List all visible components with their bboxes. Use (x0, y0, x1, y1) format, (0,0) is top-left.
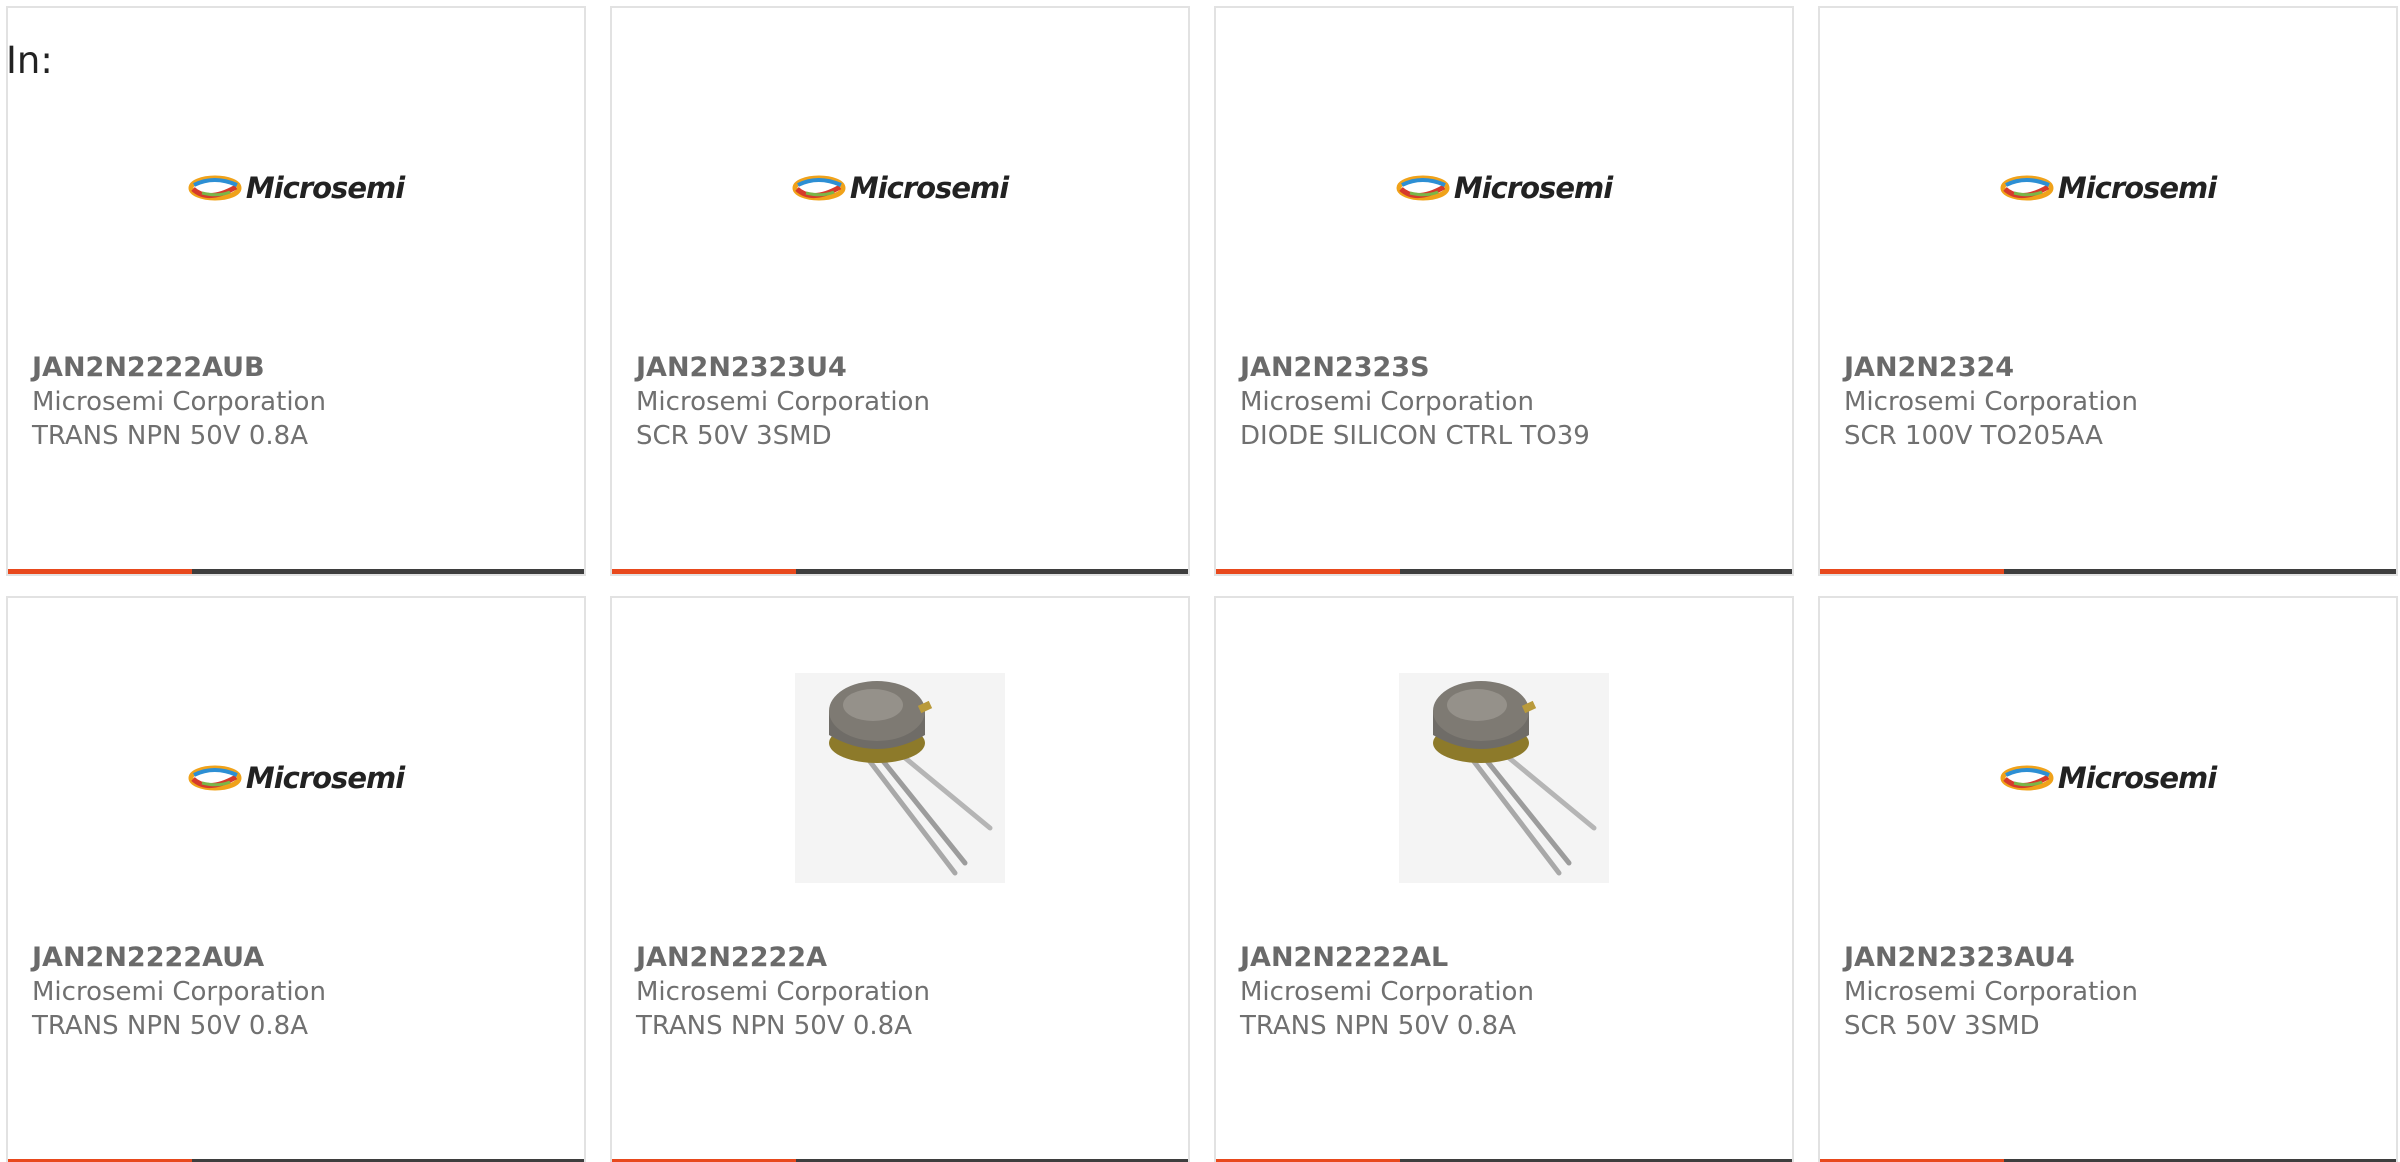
card-accent-bar (1820, 569, 2004, 574)
manufacturer: Microsemi Corporation (1844, 977, 2138, 1007)
microsemi-logo: Microsemi (792, 171, 1009, 205)
product-image: Microsemi (1216, 88, 1792, 288)
card-footer-bar (8, 569, 584, 574)
description: SCR 50V 3SMD (1844, 1011, 2040, 1041)
product-image: Microsemi (1820, 678, 2396, 878)
manufacturer: Microsemi Corporation (32, 387, 326, 417)
card-accent-bar (1216, 569, 1400, 574)
product-card[interactable]: JAN2N2222A Microsemi Corporation TRANS N… (610, 596, 1190, 1162)
part-number[interactable]: JAN2N2222A (636, 940, 1178, 975)
microsemi-swirl-icon (2000, 765, 2054, 791)
logo-text: Microsemi (245, 171, 405, 205)
microsemi-swirl-icon (792, 175, 846, 201)
description: SCR 100V TO205AA (1844, 421, 2103, 451)
manufacturer: Microsemi Corporation (32, 977, 326, 1007)
transistor-to18-icon (795, 673, 1005, 883)
product-image: Microsemi (1820, 88, 2396, 288)
product-info: JAN2N2323S Microsemi Corporation DIODE S… (1240, 350, 1782, 453)
card-footer-bar (1820, 569, 2396, 574)
microsemi-logo: Microsemi (1396, 171, 1613, 205)
part-number[interactable]: JAN2N2222AUA (32, 940, 574, 975)
product-info: JAN2N2222AUB Microsemi Corporation TRANS… (32, 350, 574, 453)
product-info: JAN2N2222AL Microsemi Corporation TRANS … (1240, 940, 1782, 1043)
product-info: JAN2N2222AUA Microsemi Corporation TRANS… (32, 940, 574, 1043)
manufacturer: Microsemi Corporation (636, 387, 930, 417)
product-image: Microsemi (8, 678, 584, 878)
description: TRANS NPN 50V 0.8A (32, 421, 309, 451)
part-number[interactable]: JAN2N2323S (1240, 350, 1782, 385)
microsemi-logo: Microsemi (2000, 761, 2217, 795)
filter-in-label: In: (6, 39, 53, 82)
product-image (612, 673, 1188, 883)
product-image: Microsemi (612, 88, 1188, 288)
product-info: JAN2N2222A Microsemi Corporation TRANS N… (636, 940, 1178, 1043)
description: DIODE SILICON CTRL TO39 (1240, 421, 1590, 451)
product-card[interactable]: Microsemi JAN2N2323S Microsemi Corporati… (1214, 6, 1794, 576)
card-accent-bar (8, 569, 192, 574)
logo-text: Microsemi (2057, 761, 2217, 795)
product-card[interactable]: JAN2N2222AL Microsemi Corporation TRANS … (1214, 596, 1794, 1162)
part-number[interactable]: JAN2N2323U4 (636, 350, 1178, 385)
part-number[interactable]: JAN2N2222AL (1240, 940, 1782, 975)
product-card[interactable]: Microsemi JAN2N2323U4 Microsemi Corporat… (610, 6, 1190, 576)
manufacturer: Microsemi Corporation (1844, 387, 2138, 417)
description: TRANS NPN 50V 0.8A (1240, 1011, 1517, 1041)
logo-text: Microsemi (245, 761, 405, 795)
card-footer-bar (612, 569, 1188, 574)
description: SCR 50V 3SMD (636, 421, 832, 451)
product-card[interactable]: Microsemi JAN2N2222AUB Microsemi Corpora… (6, 6, 586, 576)
manufacturer: Microsemi Corporation (636, 977, 930, 1007)
microsemi-logo: Microsemi (188, 761, 405, 795)
product-info: JAN2N2324 Microsemi Corporation SCR 100V… (1844, 350, 2386, 453)
product-grid-page: In: Microsemi JAN2N2222AUB Microsemi Cor… (0, 0, 2400, 1162)
microsemi-swirl-icon (188, 175, 242, 201)
microsemi-swirl-icon (1396, 175, 1450, 201)
transistor-to18-icon (1399, 673, 1609, 883)
product-info: JAN2N2323U4 Microsemi Corporation SCR 50… (636, 350, 1178, 453)
part-number[interactable]: JAN2N2222AUB (32, 350, 574, 385)
part-number[interactable]: JAN2N2324 (1844, 350, 2386, 385)
microsemi-swirl-icon (2000, 175, 2054, 201)
logo-text: Microsemi (1453, 171, 1613, 205)
product-image: Microsemi (8, 88, 584, 288)
microsemi-swirl-icon (188, 765, 242, 791)
microsemi-logo: Microsemi (2000, 171, 2217, 205)
manufacturer: Microsemi Corporation (1240, 387, 1534, 417)
card-accent-bar (612, 569, 796, 574)
logo-text: Microsemi (849, 171, 1009, 205)
logo-text: Microsemi (2057, 171, 2217, 205)
part-number[interactable]: JAN2N2323AU4 (1844, 940, 2386, 975)
product-card[interactable]: Microsemi JAN2N2324 Microsemi Corporatio… (1818, 6, 2398, 576)
microsemi-logo: Microsemi (188, 171, 405, 205)
manufacturer: Microsemi Corporation (1240, 977, 1534, 1007)
card-footer-bar (1216, 569, 1792, 574)
product-card[interactable]: Microsemi JAN2N2222AUA Microsemi Corpora… (6, 596, 586, 1162)
product-image (1216, 673, 1792, 883)
description: TRANS NPN 50V 0.8A (32, 1011, 309, 1041)
product-card[interactable]: Microsemi JAN2N2323AU4 Microsemi Corpora… (1818, 596, 2398, 1162)
product-info: JAN2N2323AU4 Microsemi Corporation SCR 5… (1844, 940, 2386, 1043)
description: TRANS NPN 50V 0.8A (636, 1011, 913, 1041)
